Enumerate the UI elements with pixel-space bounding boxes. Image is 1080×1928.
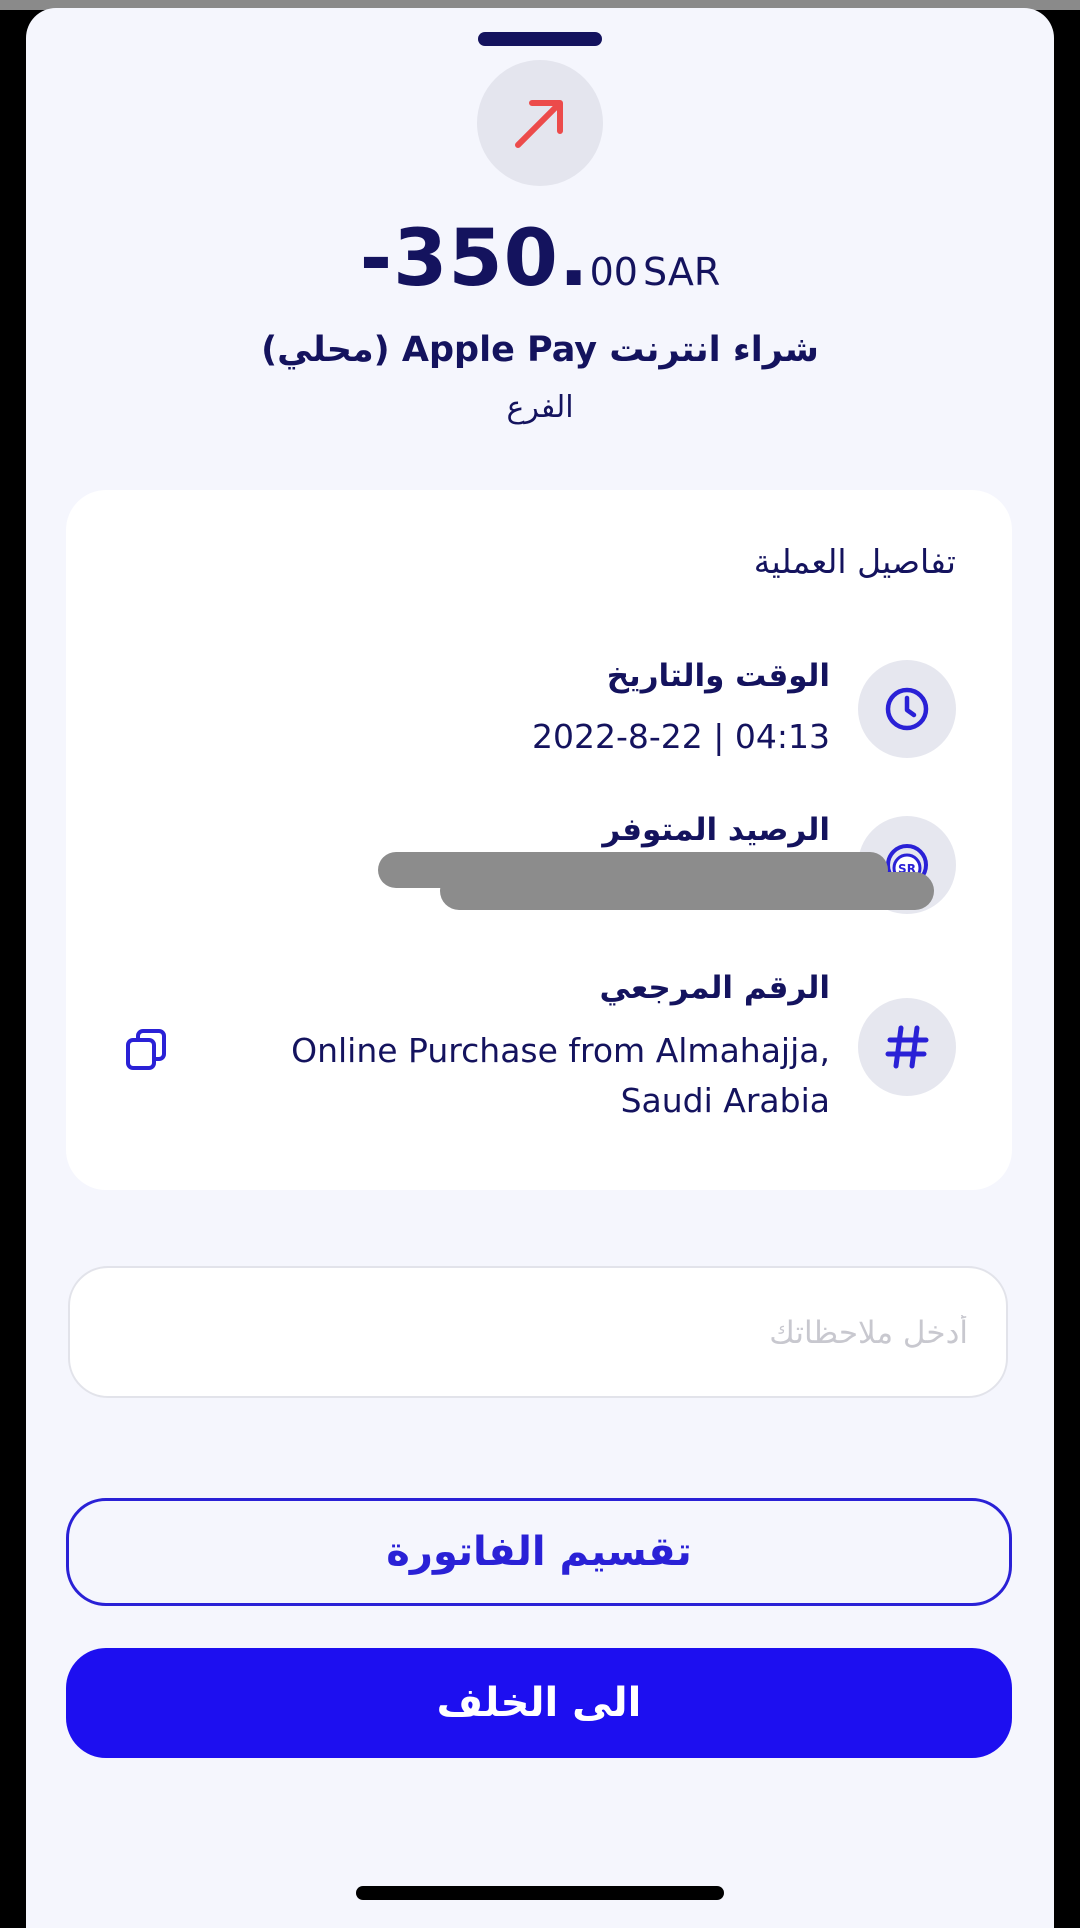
home-indicator[interactable] [356,1886,724,1900]
clock-icon-badge [858,660,956,758]
clock-icon [885,687,929,731]
details-card: تفاصيل العملية الوقت والتاريخ 2022-8-22 … [66,490,1012,1190]
transaction-sheet: -350.00 SAR شراء انترنت Apple Pay (محلي)… [26,8,1054,1928]
amount-cents: 00 [589,250,638,294]
copy-icon [126,1029,166,1070]
split-bill-button[interactable]: تقسيم الفاتورة [66,1498,1012,1606]
outgoing-arrow-badge [477,60,603,186]
row-label-datetime: الوقت والتاريخ [606,658,830,694]
row-value-reference: Online Purchase from Almahajja, Saudi Ar… [291,1026,830,1126]
outgoing-arrow-icon [515,100,563,148]
row-label-balance: الرصيد المتوفر [602,812,830,848]
transaction-subtitle: الفرع [506,390,574,425]
hash-icon [885,1025,929,1069]
transaction-amount: -350.00 SAR [26,214,1054,304]
notes-field[interactable] [68,1266,1008,1398]
transaction-title: شراء انترنت Apple Pay (محلي) [261,330,819,370]
reference-line-2: Saudi Arabia [620,1081,830,1120]
screen: -350.00 SAR شراء انترنت Apple Pay (محلي)… [0,0,1080,1928]
row-label-reference: الرقم المرجعي [599,970,831,1006]
amount-currency: SAR [643,250,721,294]
reference-line-1: Online Purchase from Almahajja, [291,1031,830,1070]
sheet-grabber[interactable] [478,32,602,46]
details-title: تفاصيل العملية [753,542,956,581]
amount-main: -350. [359,214,590,304]
row-value-datetime: 2022-8-22 | 04:13 [532,717,830,756]
back-button[interactable]: الى الخلف [66,1648,1012,1758]
copy-reference-button[interactable] [116,1020,176,1080]
notes-input[interactable] [110,1268,970,1398]
hash-icon-badge [858,998,956,1096]
balance-redaction-2 [440,872,934,910]
